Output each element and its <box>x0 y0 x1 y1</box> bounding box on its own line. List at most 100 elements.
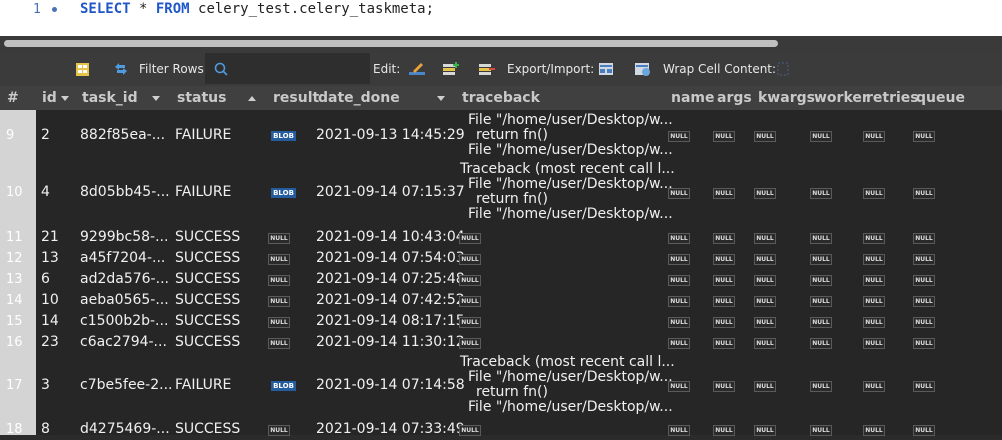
cell-worker-null-badge[interactable]: NULL <box>810 317 832 328</box>
cell-task-id[interactable]: 882f85ea-... <box>80 127 165 143</box>
cell-retries-null-badge[interactable]: NULL <box>863 381 885 392</box>
column-header-traceback[interactable]: traceback <box>462 86 540 110</box>
column-header-kwargs[interactable]: kwargs <box>758 86 815 110</box>
cell-task-id[interactable]: ad2da576-... <box>80 271 169 287</box>
cell-id[interactable]: 4 <box>41 184 50 200</box>
cell-kwargs-null-badge[interactable]: NULL <box>754 131 776 142</box>
cell-status[interactable]: SUCCESS <box>175 250 240 266</box>
cell-traceback-null-badge[interactable]: NULL <box>459 233 481 244</box>
sql-query[interactable]: SELECT * FROM celery_test.celery_taskmet… <box>80 1 434 17</box>
cell-retries-null-badge[interactable]: NULL <box>863 317 885 328</box>
cell-queue-null-badge[interactable]: NULL <box>913 254 935 265</box>
cell-status[interactable]: SUCCESS <box>175 313 240 329</box>
row-number[interactable]: 16 <box>6 335 23 350</box>
cell-kwargs-null-badge[interactable]: NULL <box>754 338 776 349</box>
cell-retries-null-badge[interactable]: NULL <box>863 425 885 436</box>
cell-worker-null-badge[interactable]: NULL <box>810 296 832 307</box>
cell-status[interactable]: FAILURE <box>175 377 231 393</box>
cell-args-null-badge[interactable]: NULL <box>713 275 735 286</box>
table-row[interactable]: 16 23 c6ac2794-... SUCCESS NULL 2021-09-14 11… <box>0 333 1002 353</box>
cell-date-done[interactable]: 2021-09-14 10:43:04 <box>316 229 465 245</box>
cell-date-done[interactable]: 2021-09-14 08:17:15 <box>316 313 465 329</box>
row-number[interactable]: 13 <box>6 272 23 287</box>
cell-traceback-null-badge[interactable]: NULL <box>459 338 481 349</box>
cell-id[interactable]: 2 <box>41 127 50 143</box>
column-header-queue[interactable]: queue <box>916 86 965 110</box>
cell-kwargs-null-badge[interactable]: NULL <box>754 275 776 286</box>
table-row[interactable]: 11 21 9299bc58-... SUCCESS NULL 2021-09-14 10… <box>0 228 1002 248</box>
cell-name-null-badge[interactable]: NULL <box>668 254 690 265</box>
cell-traceback-null-badge[interactable]: NULL <box>459 425 481 436</box>
cell-result-blob-badge[interactable]: BLOB <box>271 131 296 141</box>
refresh-icon[interactable] <box>113 52 129 86</box>
column-header-name[interactable]: name <box>671 86 715 110</box>
cell-date-done[interactable]: 2021-09-14 07:14:58 <box>316 377 465 393</box>
cell-queue-null-badge[interactable]: NULL <box>913 381 935 392</box>
sort-desc-icon[interactable] <box>61 96 69 101</box>
cell-args-null-badge[interactable]: NULL <box>713 254 735 265</box>
cell-task-id[interactable]: 9299bc58-... <box>80 229 168 245</box>
cell-result-null-badge[interactable]: NULL <box>268 233 290 244</box>
cell-task-id[interactable]: a45f7204-... <box>80 250 165 266</box>
cell-worker-null-badge[interactable]: NULL <box>810 275 832 286</box>
row-number[interactable]: 14 <box>6 293 23 308</box>
sql-editor[interactable]: 1 SELECT * FROM celery_test.celery_taskm… <box>0 0 1002 36</box>
table-row[interactable]: 14 10 aeba0565-... SUCCESS NULL 2021-09-14 07… <box>0 291 1002 311</box>
cell-queue-null-badge[interactable]: NULL <box>913 131 935 142</box>
insert-row-icon[interactable] <box>442 52 460 86</box>
column-header-result[interactable]: result <box>273 86 319 110</box>
cell-name-null-badge[interactable]: NULL <box>668 275 690 286</box>
cell-date-done[interactable]: 2021-09-14 07:25:48 <box>316 271 465 287</box>
cell-result-null-badge[interactable]: NULL <box>268 254 290 265</box>
cell-args-null-badge[interactable]: NULL <box>713 425 735 436</box>
cell-task-id[interactable]: c1500b2b-... <box>80 313 168 329</box>
cell-name-null-badge[interactable]: NULL <box>668 188 690 199</box>
cell-kwargs-null-badge[interactable]: NULL <box>754 188 776 199</box>
column-header-retries[interactable]: retries <box>866 86 919 110</box>
filter-rows-input[interactable] <box>205 53 370 84</box>
edit-row-icon[interactable] <box>408 52 426 86</box>
cell-status[interactable]: FAILURE <box>175 184 231 200</box>
sort-desc-icon[interactable] <box>437 96 445 101</box>
cell-result-null-badge[interactable]: NULL <box>268 317 290 328</box>
cell-kwargs-null-badge[interactable]: NULL <box>754 296 776 307</box>
cell-date-done[interactable]: 2021-09-13 14:45:29 <box>316 127 465 143</box>
cell-date-done[interactable]: 2021-09-14 11:30:12 <box>316 334 465 350</box>
cell-name-null-badge[interactable]: NULL <box>668 425 690 436</box>
cell-worker-null-badge[interactable]: NULL <box>810 425 832 436</box>
table-row[interactable]: 13 6 ad2da576-... SUCCESS NULL 2021-09-14 07:… <box>0 270 1002 290</box>
cell-id[interactable]: 3 <box>41 377 50 393</box>
cell-traceback-null-badge[interactable]: NULL <box>459 317 481 328</box>
cell-retries-null-badge[interactable]: NULL <box>863 275 885 286</box>
column-header-id[interactable]: id <box>42 86 57 110</box>
cell-retries-null-badge[interactable]: NULL <box>863 233 885 244</box>
cell-args-null-badge[interactable]: NULL <box>713 381 735 392</box>
cell-queue-null-badge[interactable]: NULL <box>913 188 935 199</box>
sort-desc-icon[interactable] <box>152 96 160 101</box>
cell-name-null-badge[interactable]: NULL <box>668 131 690 142</box>
cell-id[interactable]: 21 <box>41 229 59 245</box>
cell-task-id[interactable]: 8d05bb45-... <box>80 184 170 200</box>
cell-result-blob-badge[interactable]: BLOB <box>271 381 296 391</box>
cell-kwargs-null-badge[interactable]: NULL <box>754 381 776 392</box>
cell-kwargs-null-badge[interactable]: NULL <box>754 425 776 436</box>
row-number[interactable]: 12 <box>6 251 23 266</box>
cell-id[interactable]: 6 <box>41 271 50 287</box>
cell-name-null-badge[interactable]: NULL <box>668 338 690 349</box>
cell-kwargs-null-badge[interactable]: NULL <box>754 317 776 328</box>
wrap-cell-toggle-icon[interactable] <box>777 52 789 86</box>
cell-status[interactable]: SUCCESS <box>175 271 240 287</box>
cell-date-done[interactable]: 2021-09-14 07:15:37 <box>316 184 465 200</box>
cell-worker-null-badge[interactable]: NULL <box>810 233 832 244</box>
row-number[interactable]: 10 <box>6 185 23 200</box>
cell-traceback-null-badge[interactable]: NULL <box>459 275 481 286</box>
cell-task-id[interactable]: c7be5fee-2... <box>80 377 172 393</box>
cell-queue-null-badge[interactable]: NULL <box>913 233 935 244</box>
cell-result-null-badge[interactable]: NULL <box>268 275 290 286</box>
cell-retries-null-badge[interactable]: NULL <box>863 254 885 265</box>
sort-asc-icon[interactable] <box>248 96 256 101</box>
result-grid-icon[interactable] <box>76 52 89 86</box>
cell-args-null-badge[interactable]: NULL <box>713 296 735 307</box>
cell-status[interactable]: SUCCESS <box>175 292 240 308</box>
row-number[interactable]: 15 <box>6 314 23 329</box>
